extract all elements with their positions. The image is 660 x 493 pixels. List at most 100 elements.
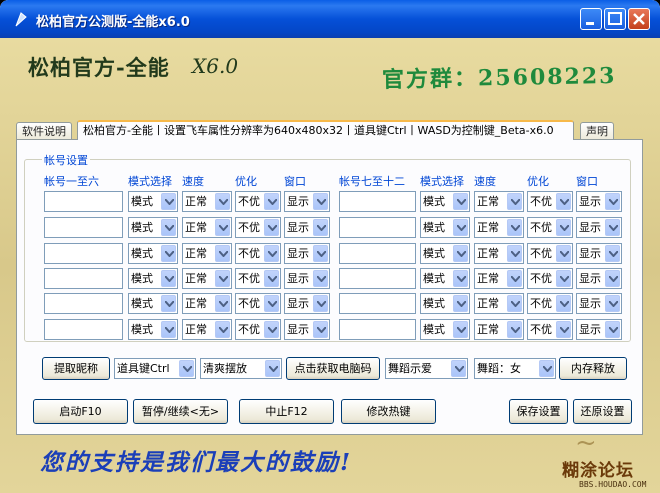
speed-select[interactable]: 正常 [182, 217, 232, 238]
account-input[interactable] [339, 319, 416, 340]
tab-statement[interactable]: 声明 [580, 122, 614, 140]
mode-select[interactable]: 模式 [128, 217, 178, 238]
window-select[interactable]: 显示 [284, 268, 330, 289]
account-input[interactable] [44, 243, 123, 264]
dropdown-arrow-icon[interactable] [453, 270, 468, 287]
window-select[interactable]: 显示 [284, 243, 330, 264]
dropdown-arrow-icon[interactable] [313, 270, 328, 287]
account-input[interactable] [44, 268, 123, 289]
optimize-select[interactable]: 不优 [235, 217, 281, 238]
speed-select[interactable]: 正常 [182, 243, 232, 264]
account-input[interactable] [339, 293, 416, 314]
dropdown-arrow-icon[interactable] [507, 193, 522, 210]
dropdown-arrow-icon[interactable] [264, 245, 279, 262]
dropdown-arrow-icon[interactable] [313, 245, 328, 262]
dropdown-arrow-icon[interactable] [605, 321, 620, 338]
window-select[interactable]: 显示 [576, 293, 622, 314]
tab-readme[interactable]: 软件说明 [16, 122, 72, 140]
dropdown-arrow-icon[interactable] [264, 295, 279, 312]
dropdown-arrow-icon[interactable] [161, 193, 176, 210]
mode-select[interactable]: 模式 [128, 243, 178, 264]
dropdown-arrow-icon[interactable] [556, 219, 571, 236]
speed-select[interactable]: 正常 [474, 293, 524, 314]
account-input[interactable] [339, 191, 416, 212]
mode-select[interactable]: 模式 [420, 191, 470, 212]
dropdown-arrow-icon[interactable] [605, 270, 620, 287]
mode-select[interactable]: 模式 [128, 293, 178, 314]
optimize-select[interactable]: 不优 [527, 319, 573, 340]
dropdown-arrow-icon[interactable] [264, 321, 279, 338]
mode-select[interactable]: 模式 [128, 268, 178, 289]
speed-select[interactable]: 正常 [474, 217, 524, 238]
window-select[interactable]: 显示 [576, 319, 622, 340]
dance-gender-select[interactable]: 舞蹈：女 [474, 358, 556, 379]
mode-select[interactable]: 模式 [420, 268, 470, 289]
dropdown-arrow-icon[interactable] [453, 245, 468, 262]
speed-select[interactable]: 正常 [474, 268, 524, 289]
dropdown-arrow-icon[interactable] [313, 321, 328, 338]
dropdown-arrow-icon[interactable] [313, 193, 328, 210]
placement-select[interactable]: 清爽摆放 [200, 358, 282, 379]
dropdown-arrow-icon[interactable] [264, 219, 279, 236]
title-bar[interactable]: 松柏官方公测版-全能x6.0 [0, 0, 660, 38]
fetch-nickname-button[interactable]: 提取昵称 [42, 357, 110, 380]
window-select[interactable]: 显示 [576, 243, 622, 264]
dropdown-arrow-icon[interactable] [179, 360, 194, 377]
dropdown-arrow-icon[interactable] [605, 245, 620, 262]
speed-select[interactable]: 正常 [474, 191, 524, 212]
dropdown-arrow-icon[interactable] [451, 360, 466, 377]
maximize-button[interactable] [604, 8, 626, 30]
dropdown-arrow-icon[interactable] [264, 270, 279, 287]
speed-select[interactable]: 正常 [182, 293, 232, 314]
dropdown-arrow-icon[interactable] [539, 360, 554, 377]
speed-select[interactable]: 正常 [474, 243, 524, 264]
optimize-select[interactable]: 不优 [235, 191, 281, 212]
dropdown-arrow-icon[interactable] [215, 245, 230, 262]
dropdown-arrow-icon[interactable] [556, 193, 571, 210]
optimize-select[interactable]: 不优 [235, 319, 281, 340]
dropdown-arrow-icon[interactable] [556, 295, 571, 312]
dropdown-arrow-icon[interactable] [453, 219, 468, 236]
tab-main[interactable]: 松柏官方-全能丨设置飞车属性分辨率为640x480x32丨道具键Ctrl丨WAS… [77, 120, 574, 140]
window-select[interactable]: 显示 [284, 319, 330, 340]
dropdown-arrow-icon[interactable] [161, 321, 176, 338]
restore-settings-button[interactable]: 还原设置 [573, 399, 632, 424]
dropdown-arrow-icon[interactable] [507, 295, 522, 312]
dropdown-arrow-icon[interactable] [161, 219, 176, 236]
optimize-select[interactable]: 不优 [527, 268, 573, 289]
mode-select[interactable]: 模式 [420, 319, 470, 340]
pause-resume-button[interactable]: 暂停/继续<无> [133, 399, 228, 424]
optimize-select[interactable]: 不优 [527, 243, 573, 264]
dropdown-arrow-icon[interactable] [605, 295, 620, 312]
dropdown-arrow-icon[interactable] [453, 295, 468, 312]
speed-select[interactable]: 正常 [474, 319, 524, 340]
dropdown-arrow-icon[interactable] [556, 270, 571, 287]
account-input[interactable] [339, 243, 416, 264]
optimize-select[interactable]: 不优 [527, 217, 573, 238]
dropdown-arrow-icon[interactable] [556, 245, 571, 262]
mode-select[interactable]: 模式 [420, 243, 470, 264]
dropdown-arrow-icon[interactable] [215, 219, 230, 236]
account-input[interactable] [339, 217, 416, 238]
stop-button[interactable]: 中止F12 [239, 399, 334, 424]
memory-release-button[interactable]: 内存释放 [559, 357, 627, 380]
optimize-select[interactable]: 不优 [527, 293, 573, 314]
window-select[interactable]: 显示 [576, 268, 622, 289]
dropdown-arrow-icon[interactable] [161, 245, 176, 262]
speed-select[interactable]: 正常 [182, 319, 232, 340]
dropdown-arrow-icon[interactable] [265, 360, 280, 377]
dropdown-arrow-icon[interactable] [453, 193, 468, 210]
dropdown-arrow-icon[interactable] [161, 270, 176, 287]
mode-select[interactable]: 模式 [128, 319, 178, 340]
dropdown-arrow-icon[interactable] [215, 321, 230, 338]
account-input[interactable] [44, 191, 123, 212]
item-key-select[interactable]: 道具键Ctrl [114, 358, 196, 379]
mode-select[interactable]: 模式 [420, 293, 470, 314]
account-input[interactable] [44, 319, 123, 340]
dropdown-arrow-icon[interactable] [507, 245, 522, 262]
dropdown-arrow-icon[interactable] [605, 193, 620, 210]
dropdown-arrow-icon[interactable] [215, 295, 230, 312]
minimize-button[interactable] [580, 8, 602, 30]
account-input[interactable] [339, 268, 416, 289]
dropdown-arrow-icon[interactable] [313, 295, 328, 312]
